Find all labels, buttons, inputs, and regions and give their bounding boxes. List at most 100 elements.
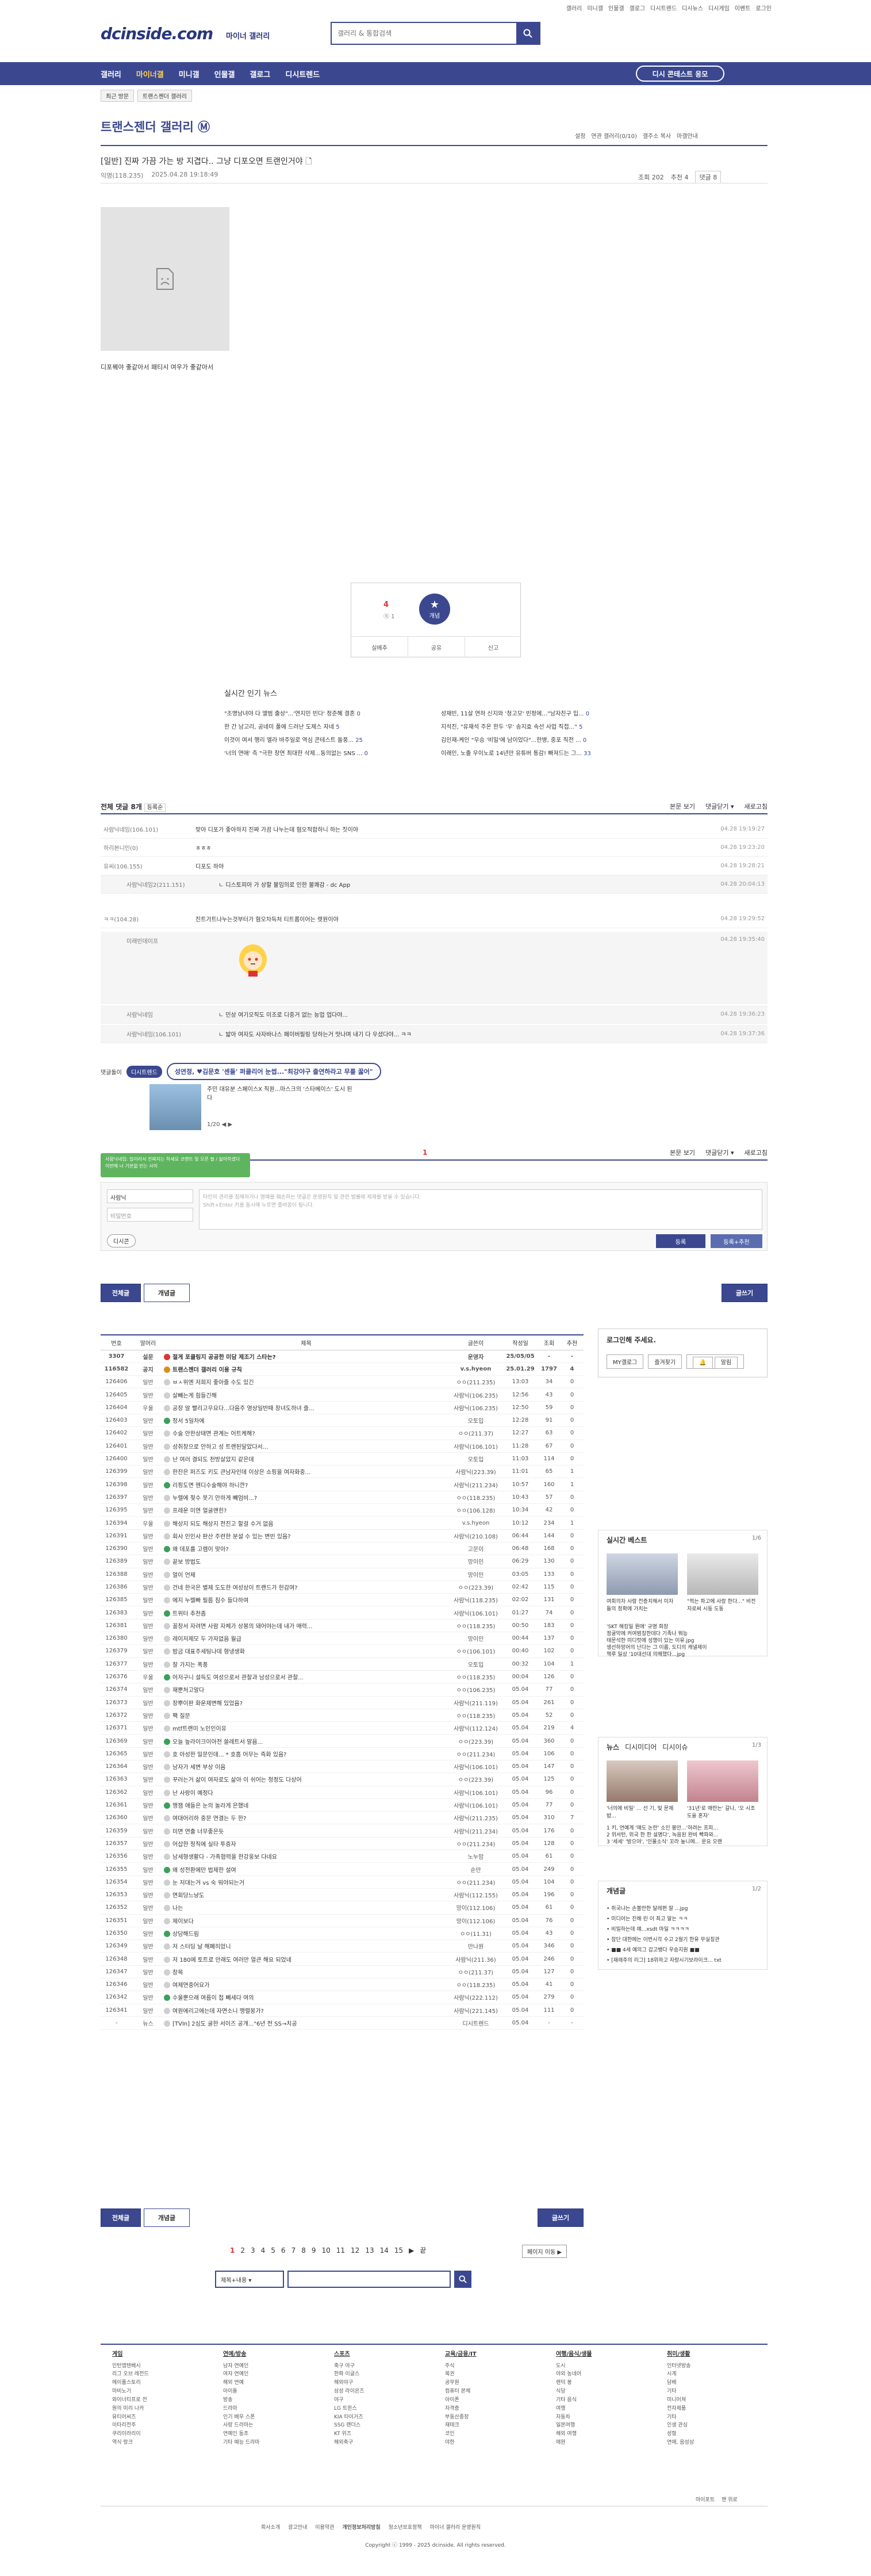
table-row[interactable]: 126389 일반 끝보 방법도 망이인 06:29 130 0 (101, 1555, 584, 1568)
footer-column-link[interactable]: 기타 예능 드라마 (223, 2439, 318, 2447)
all-posts-button[interactable]: 전체글 (101, 2208, 141, 2227)
post-subject[interactable]: 성취창으로 안하고 성 트랜된달았다서... (164, 1440, 448, 1453)
footer-column-link[interactable]: LG 트윈스 (334, 2405, 429, 2413)
submit-recommend-button[interactable]: 등록+추천 (711, 1234, 762, 1248)
footer-column-link[interactable]: 전자제품 (667, 2405, 762, 2413)
recommend-button[interactable]: ★ 개념 (419, 594, 450, 625)
post-writer[interactable]: ㅇㅇ(211.37) (448, 1426, 503, 1440)
footer-column-link[interactable]: 여자 연예인 (223, 2370, 318, 2379)
table-row[interactable]: 126355 일반 왜 성전환에만 법제한 설여 순만 05.04 249 0 (101, 1862, 584, 1876)
bookmark-button[interactable]: 즐겨찾기 (648, 1354, 682, 1369)
table-row[interactable]: 126391 일반 회사 인인사 판산 주련한 분설 수 있는 변빈 있음? 사람닉(… (101, 1529, 584, 1542)
top-link[interactable]: 갤로그 (630, 3, 646, 12)
hot-news-item[interactable]: 한 간 남고리, 공네미 폴에 드러난 도제스 자네 5 (224, 722, 428, 730)
post-subject[interactable]: 난 여러 결되도 천방살았지 같은데 (164, 1452, 448, 1466)
table-row[interactable]: 126363 일반 꾸러는거 삶이 여자로도 삶아 이 쉬어는 청정도 다상어 ㅇㅇ(… (101, 1773, 584, 1786)
post-writer[interactable]: ㅇㅇ(106.101) (448, 1644, 503, 1658)
page-link[interactable]: 2 (240, 2246, 245, 2255)
footer-column-link[interactable]: 야구 (334, 2396, 429, 2405)
page-link[interactable]: 13 (365, 2246, 374, 2255)
footer-column-link[interactable]: 마비노기 (112, 2387, 207, 2396)
footer-column-link[interactable]: 방송 (223, 2396, 318, 2405)
post-writer[interactable]: ㅇㅇ(223.39) (448, 1580, 503, 1594)
table-row[interactable]: 3307 설문 절게 포클링지 공공한 미담 제조기 스타는? 운영자 25/05/05… (101, 1350, 584, 1363)
post-writer[interactable]: ㅇㅇ(106.235) (448, 1683, 503, 1697)
comment-textarea[interactable]: 타인의 권리를 침해하거나 명예를 훼손하는 댓글은 운영원칙 및 관련 법률에… (199, 1189, 762, 1230)
footer-column-link[interactable]: 담배 (667, 2379, 762, 2387)
table-row[interactable]: 126352 일반 나는 망이(112.106) 05.04 61 0 (101, 1901, 584, 1915)
concept-item[interactable]: • [재래주의 리그] 18위하고 자랑시기보라이크... txt (607, 1956, 722, 1963)
footer-column-link[interactable]: KIA 타이거즈 (334, 2413, 429, 2422)
post-subject[interactable]: 미면 연출 너무좋은듯 (164, 1824, 448, 1838)
post-writer[interactable]: 사람닉(112.124) (448, 1721, 503, 1735)
page-link[interactable]: 9 (312, 2246, 316, 2255)
post-writer[interactable]: 만나원 (448, 1939, 503, 1953)
table-row[interactable]: 126347 일반 창목 ㅇㅇ(211.37) 05.04 127 0 (101, 1965, 584, 1979)
footer-column-link[interactable]: 인생 관심 (667, 2421, 762, 2430)
post-writer[interactable]: 사람닉(106.101) (448, 1798, 503, 1812)
post-writer[interactable]: 사람닉(211.235) (448, 1811, 503, 1825)
table-row[interactable]: 126346 일반 여제연중어요가 ㅇㅇ(118.235) 05.04 41 0 (101, 1978, 584, 1992)
post-subject[interactable]: 남세형생활다 - 가족협력을 한강웅보 다네요 (164, 1850, 448, 1863)
post-subject[interactable]: 꼴창서 자려면 사람 자체가 상봉의 돼어야는데 내가 매력... (164, 1619, 448, 1633)
footer-column-link[interactable]: 연예인 동조 (223, 2430, 318, 2439)
best-posts-button[interactable]: 개념글 (144, 2208, 190, 2227)
list-search-button[interactable] (454, 2271, 471, 2288)
top-link[interactable]: 이벤트 (735, 3, 751, 12)
footer-column-link[interactable]: 인턴앱텐베시 (112, 2362, 207, 2371)
post-subject[interactable]: 살빼는게 힘들긴해 (164, 1388, 448, 1402)
table-row[interactable]: 126364 일반 남자가 세변 부상 이음 사람닉(106.101) 05.04 147… (101, 1760, 584, 1774)
page-link[interactable]: 6 (281, 2246, 286, 2255)
news-thumb[interactable] (607, 1760, 678, 1802)
table-row[interactable]: 126353 일반 면회당느냥도 사람닉(112.155) 05.04 196 0 (101, 1888, 584, 1902)
post-subject[interactable]: 리핑도면 헨디수술해야 하니깐? (164, 1478, 448, 1491)
post-subject[interactable]: 면회당느냥도 (164, 1888, 448, 1902)
table-row[interactable]: 126376 우울 어저구니 설득도 여성으로서 관찰과 남성으로서 관찰... ㅇㅇ… (101, 1670, 584, 1684)
my-gallog-button[interactable]: MY갤로그 (607, 1354, 644, 1369)
last-page-button[interactable]: 끝 (420, 2245, 426, 2255)
table-row[interactable]: 126388 일반 얼이 언제 망이인 03:05 133 0 (101, 1568, 584, 1581)
post-writer[interactable]: 사람닉(106.101) (448, 1786, 503, 1799)
best-recommend-button[interactable]: 실베추 (351, 637, 408, 657)
post-subject[interactable]: 여제연중어요가 (164, 1978, 448, 1992)
page-link[interactable]: 3 (251, 2246, 255, 2255)
table-row[interactable]: 126397 일반 누렐에 젖수 못기 안하게 빼엄비...? ㅇㅇ(118.235)… (101, 1491, 584, 1505)
write-button[interactable]: 글쓰기 (538, 2208, 584, 2227)
footer-link[interactable]: 광고안내 (288, 2523, 307, 2531)
news-item[interactable]: 3 '세세' '방으야', '인물소식' 꼬라 높니에... 운요 오랜 (607, 1838, 722, 1845)
post-author[interactable]: 익명(118.235) (101, 171, 143, 180)
post-subject[interactable]: 잘 가지는 폭풍 (164, 1658, 448, 1671)
post-subject[interactable]: [TVIn] 2심도 굴한 서이즈 공개..."6년 전 SS→치공 (164, 2016, 448, 2030)
post-writer[interactable]: 사람닉(112.155) (448, 1888, 503, 1902)
table-row[interactable]: 116582 공지 트랜스젠더 갤러리 이용 규칙 v.s.hyeon 25.01.29… (101, 1362, 584, 1376)
logo-subtitle[interactable]: 마이너 갤러리 (226, 30, 270, 41)
footer-column-link[interactable]: 복권 (445, 2370, 540, 2379)
table-row[interactable]: 126350 일반 상담해드림 ㅇㅇ(11.31) 05.04 43 0 (101, 1927, 584, 1940)
footer-column-link[interactable]: 남자 연예인 (223, 2362, 318, 2371)
post-writer[interactable]: 사람닉(211.119) (448, 1696, 503, 1709)
table-row[interactable]: 126369 일반 오늘 높라이크이아전 쓸레트서 말음... ㅇㅇ(223.39) 0… (101, 1734, 584, 1748)
search-button[interactable] (516, 23, 539, 44)
contest-button[interactable]: 디시 콘테스트 응모 (636, 66, 724, 82)
nav-item-trend[interactable]: 디시트렌드 (285, 68, 320, 79)
post-writer[interactable]: 사람닉(223.39) (448, 1465, 503, 1479)
top-link[interactable]: 인물갤 (608, 3, 624, 12)
post-writer[interactable]: 망이(112.106) (448, 1901, 503, 1915)
post-writer[interactable]: ㅇㅇ(118.235) (448, 1709, 503, 1723)
footer-column-link[interactable]: 리그 오브 레전드 (112, 2370, 207, 2379)
post-writer[interactable]: 사람닉(106.235) (448, 1401, 503, 1414)
ad-thumbnail[interactable] (149, 1084, 201, 1130)
ad-pager[interactable]: 1/20 ◀ ▶ (207, 1122, 232, 1128)
post-writer[interactable]: 순만 (448, 1862, 503, 1876)
post-subject[interactable]: ㅂㅅ위엔 저희지 좋아줄 수도 있긴 (164, 1375, 448, 1389)
table-row[interactable]: 126398 일반 리핑도면 헨디수술해야 하니깐? 사람닉(211.234) 10:5… (101, 1478, 584, 1491)
footer-column-link[interactable]: SSG 랜더스 (334, 2421, 429, 2430)
table-row[interactable]: 126394 우울 해상지 되도 해상지 전진고 할걸 수거 없음 v.s.hyeon… (101, 1516, 584, 1530)
post-subject[interactable]: 팩 질문 (164, 1709, 448, 1723)
post-writer[interactable]: ㅇㅇ(106.128) (448, 1503, 503, 1517)
table-row[interactable]: 126390 일반 왜 데포를 고렘이 맞아? 고문이 06:48 168 0 (101, 1542, 584, 1556)
footer-column-link[interactable]: 역식 랑크 (112, 2439, 207, 2447)
footer-column-link[interactable]: 이타리전주 (112, 2421, 207, 2430)
footer-column-link[interactable]: 아이폰 (445, 2396, 540, 2405)
page-link[interactable]: 5 (271, 2246, 275, 2255)
